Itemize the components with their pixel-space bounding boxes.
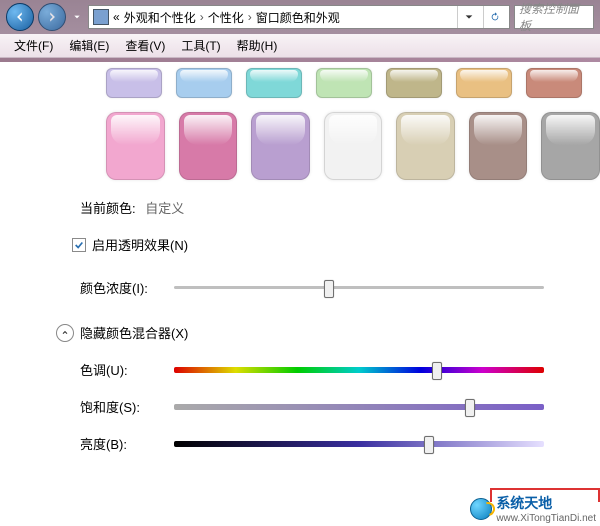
menu-help[interactable]: 帮助(H) [231, 35, 284, 56]
color-brick[interactable] [526, 68, 582, 98]
color-rose[interactable] [179, 112, 238, 180]
back-button[interactable] [6, 3, 34, 31]
nav-history-dropdown[interactable] [70, 3, 84, 31]
transparency-label: 启用透明效果(N) [92, 235, 188, 254]
breadcrumb-item[interactable]: 窗口颜色和外观 [256, 9, 340, 26]
forward-button[interactable] [38, 3, 66, 31]
color-gray[interactable] [541, 112, 600, 180]
collapse-mixer-button[interactable] [56, 324, 74, 342]
menu-tools[interactable]: 工具(T) [175, 35, 226, 56]
slider-thumb[interactable] [432, 362, 442, 380]
menu-file[interactable]: 文件(F) [8, 35, 59, 56]
menu-view[interactable]: 查看(V) [119, 35, 171, 56]
color-lightblue[interactable] [176, 68, 232, 98]
watermark-url: www.XiTongTianDi.net [496, 513, 596, 524]
breadcrumb-item[interactable]: 个性化 [208, 9, 244, 26]
search-input[interactable]: 搜索控制面板 [514, 5, 594, 29]
control-panel-icon [93, 9, 109, 25]
color-teal[interactable] [246, 68, 302, 98]
color-orange[interactable] [456, 68, 512, 98]
color-pink[interactable] [106, 112, 165, 180]
menu-bar: 文件(F) 编辑(E) 查看(V) 工具(T) 帮助(H) [0, 34, 600, 58]
slider-thumb[interactable] [424, 436, 434, 454]
color-white[interactable] [324, 112, 383, 180]
color-lavender[interactable] [106, 68, 162, 98]
saturation-slider[interactable] [174, 399, 544, 415]
transparency-checkbox[interactable] [72, 238, 86, 252]
slider-track [174, 404, 544, 410]
color-violet[interactable] [251, 112, 310, 180]
color-mint[interactable] [316, 68, 372, 98]
brightness-label: 亮度(B): [80, 434, 160, 453]
watermark-title: 系统天地 [496, 493, 596, 513]
slider-track [174, 286, 544, 289]
slider-thumb[interactable] [465, 399, 475, 417]
breadcrumb-item[interactable]: 外观和个性化 [124, 9, 196, 26]
slider-track [174, 367, 544, 373]
color-taupe[interactable] [469, 112, 528, 180]
hue-label: 色调(U): [80, 360, 160, 379]
breadcrumb-sep: › [248, 10, 252, 24]
color-olive[interactable] [386, 68, 442, 98]
hue-slider[interactable] [174, 362, 544, 378]
color-beige[interactable] [396, 112, 455, 180]
breadcrumb-sep: › [200, 10, 204, 24]
menu-edit[interactable]: 编辑(E) [63, 35, 115, 56]
mixer-toggle-label: 隐藏颜色混合器(X) [80, 323, 188, 342]
address-dropdown[interactable] [457, 6, 479, 28]
watermark: 系统天地 www.XiTongTianDi.net [470, 493, 596, 524]
globe-icon [470, 498, 492, 520]
current-color-value: 自定义 [145, 201, 184, 216]
slider-track [174, 441, 544, 447]
current-color-label: 当前颜色: [80, 201, 136, 216]
current-color-row: 当前颜色: 自定义 [80, 198, 600, 217]
saturation-label: 饱和度(S): [80, 397, 160, 416]
toolbar-divider [0, 58, 600, 62]
breadcrumb-prefix: « [113, 10, 120, 24]
intensity-label: 颜色浓度(I): [80, 278, 160, 297]
color-swatch-row [106, 68, 600, 98]
address-bar[interactable]: « 外观和个性化 › 个性化 › 窗口颜色和外观 [88, 5, 510, 29]
search-placeholder: 搜索控制面板 [519, 0, 589, 34]
slider-thumb[interactable] [324, 280, 334, 298]
intensity-slider[interactable] [174, 280, 544, 296]
refresh-button[interactable] [483, 6, 505, 28]
color-swatch-row [106, 112, 600, 180]
brightness-slider[interactable] [174, 436, 544, 452]
